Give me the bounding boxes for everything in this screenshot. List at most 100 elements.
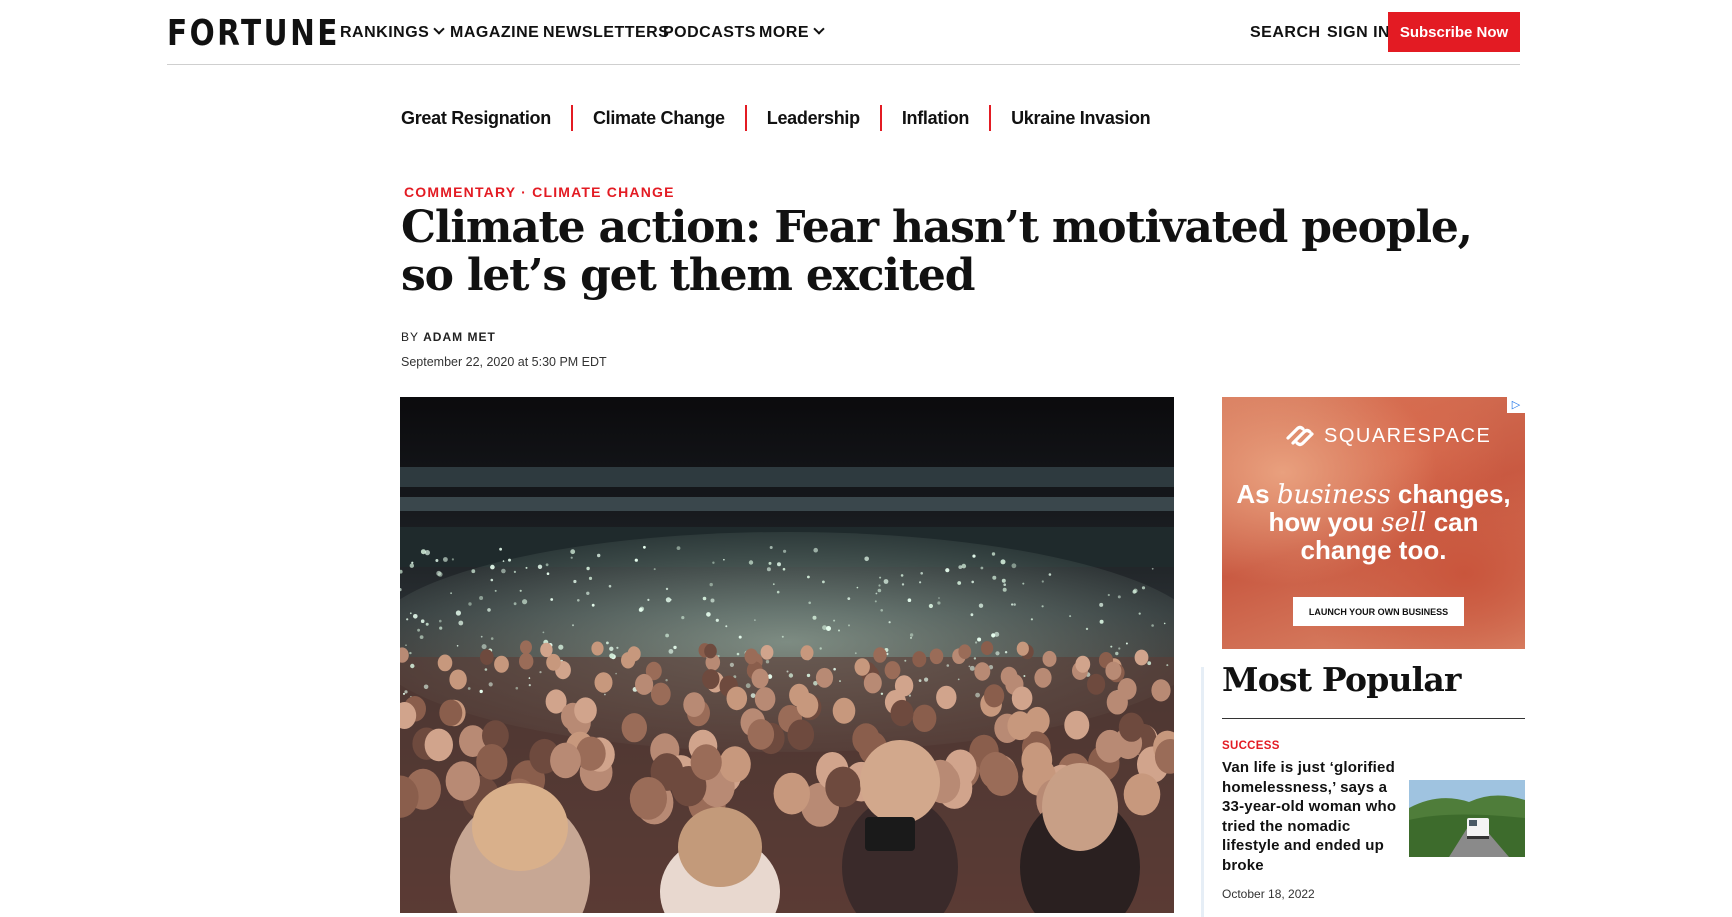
camper-van-thumbnail-image [1409, 780, 1525, 857]
crowd-head [981, 641, 994, 656]
phone-light [455, 610, 461, 616]
crowd-head [863, 672, 882, 694]
phone-light [786, 670, 789, 673]
popular-item-category[interactable]: SUCCESS [1222, 740, 1280, 752]
nav-newsletters[interactable]: NEWSLETTERS [543, 24, 669, 42]
crowd-head [540, 642, 553, 658]
crowd-head [702, 669, 720, 690]
phone-light [616, 646, 619, 649]
nav-podcasts[interactable]: PODCASTS [663, 24, 756, 42]
phone-light [638, 607, 643, 612]
phone-light [1099, 619, 1104, 624]
crowd-head [719, 746, 751, 783]
nav-magazine[interactable]: MAGAZINE [450, 24, 539, 42]
author-link[interactable]: ADAM MET [423, 330, 496, 344]
phone-light [458, 620, 464, 626]
phone-light [634, 558, 638, 562]
topic-ukraine-invasion[interactable]: Ukraine Invasion [991, 105, 1170, 131]
phone-light [957, 678, 960, 681]
phone-light [782, 567, 786, 571]
publish-date: September 22, 2020 at 5:30 PM EDT [401, 355, 607, 369]
phone-light [783, 549, 787, 553]
ad-text: changes, [1390, 479, 1511, 509]
crowd-head [704, 643, 717, 659]
phone-light [901, 583, 905, 586]
phone-light [546, 572, 550, 575]
phone-light [643, 545, 646, 549]
phone-light [522, 599, 528, 605]
phone-light [970, 613, 974, 617]
phone-light [919, 581, 922, 584]
phone-light [484, 668, 488, 671]
phone-light [833, 619, 836, 622]
phone-light [833, 667, 836, 671]
phone-light [880, 692, 884, 695]
nav-rankings[interactable]: RANKINGS [340, 23, 446, 42]
phone-light [413, 614, 418, 619]
crowd-head [825, 766, 861, 808]
popular-item-thumbnail[interactable] [1409, 780, 1525, 857]
phone-light [838, 629, 840, 632]
phone-light [1001, 578, 1006, 583]
phone-light [813, 547, 818, 553]
crowd-head [747, 719, 775, 750]
topic-inflation[interactable]: Inflation [882, 105, 992, 131]
crowd-head [575, 736, 606, 771]
phone-light [451, 558, 454, 561]
crowd-head [520, 640, 532, 655]
topic-leadership[interactable]: Leadership [747, 105, 882, 131]
kicker-topic[interactable]: CLIMATE CHANGE [532, 184, 675, 200]
crowd-head [650, 682, 671, 706]
phone-light [515, 686, 519, 690]
most-popular-title: Most Popular [1222, 660, 1461, 699]
ad-text: change too. [1300, 535, 1447, 565]
search-link[interactable]: SEARCH [1250, 24, 1321, 42]
phone-light [776, 590, 780, 594]
crowd-head [1123, 773, 1161, 816]
ad-cta-button[interactable]: LAUNCH YOUR OWN BUSINESS [1293, 597, 1464, 626]
phone-light [878, 584, 881, 587]
popular-item-headline[interactable]: Van life is just ‘glorified homelessness… [1222, 758, 1406, 875]
topic-great-resignation[interactable]: Great Resignation [401, 105, 573, 131]
phone-light [550, 598, 554, 601]
phone-light [676, 546, 681, 550]
phone-light [586, 566, 590, 571]
subscribe-button[interactable]: Subscribe Now [1388, 12, 1520, 52]
phone-light [487, 608, 491, 612]
phone-light [1011, 603, 1014, 606]
phone-light [409, 612, 412, 615]
popular-item-date: October 18, 2022 [1222, 887, 1315, 901]
squarespace-ad[interactable]: ▷ SQUARESPACE As business changes, how y… [1222, 397, 1525, 649]
phone-light [1138, 612, 1141, 615]
kicker-section[interactable]: COMMENTARY [404, 184, 516, 200]
phone-light [537, 564, 543, 569]
phone-light [586, 591, 590, 595]
phone-light [488, 682, 493, 687]
phone-light [1110, 645, 1113, 648]
phone-light [725, 625, 728, 628]
phone-light [681, 616, 685, 620]
phone-light [900, 574, 904, 577]
crowd-head [437, 654, 453, 672]
phone-light [501, 568, 506, 574]
ad-choices-icon[interactable]: ▷ [1507, 397, 1525, 413]
phone-light [435, 559, 439, 562]
phone-light [754, 619, 756, 621]
topic-strip: Great Resignation Climate Change Leaders… [401, 104, 1170, 132]
phone-light [864, 556, 869, 562]
fortune-logo[interactable]: FORTUNE [167, 13, 340, 54]
phone-light [558, 644, 564, 650]
phone-light [519, 589, 522, 592]
phone-light [991, 633, 996, 638]
phone-light [883, 579, 889, 584]
sign-in-link[interactable]: SIGN IN [1327, 24, 1390, 42]
phone-light [668, 649, 674, 654]
phone-light [539, 671, 542, 674]
nav-more[interactable]: MORE [759, 23, 825, 42]
topic-climate-change[interactable]: Climate Change [573, 105, 747, 131]
crowd-head [815, 667, 834, 688]
phone-light [958, 565, 963, 569]
phone-light [920, 572, 923, 575]
phone-light [1022, 582, 1025, 585]
phone-light [1107, 593, 1110, 597]
